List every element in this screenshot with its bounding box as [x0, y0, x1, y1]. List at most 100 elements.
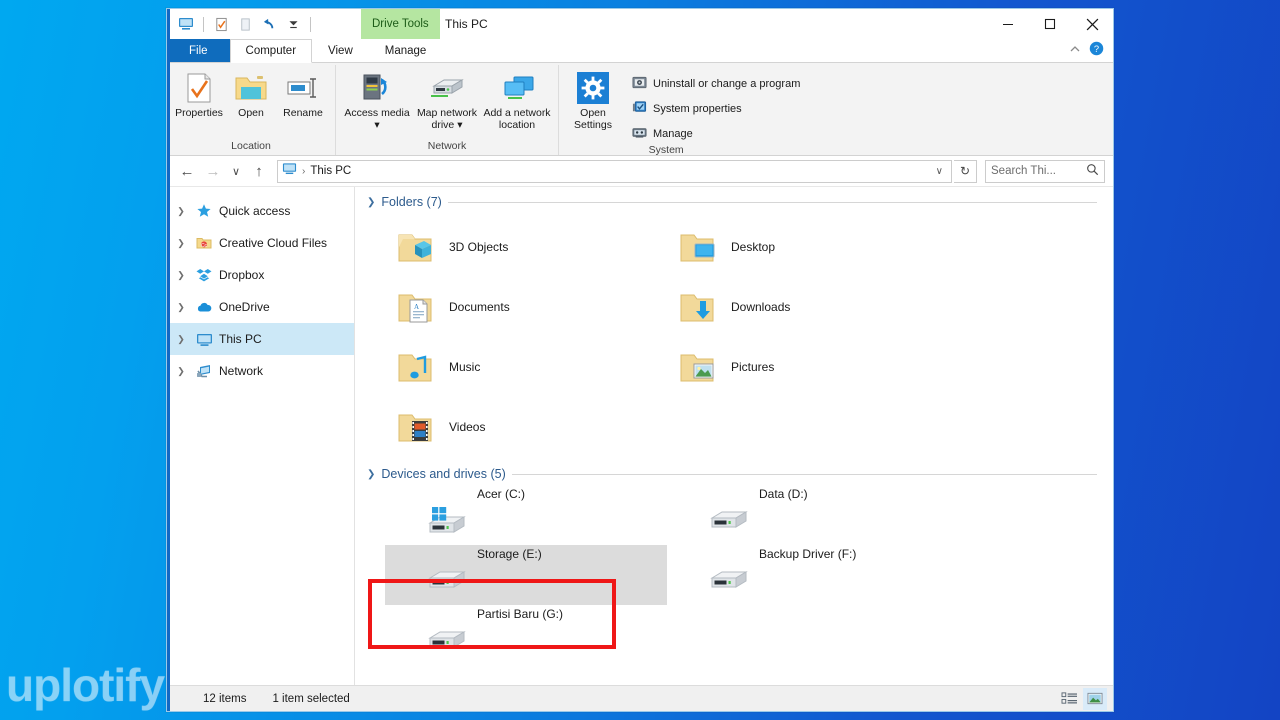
forward-button[interactable]: →: [201, 159, 225, 183]
refresh-button[interactable]: ↻: [954, 159, 977, 183]
ribbon-group-system: Open Settings Uninstall or change a prog…: [558, 65, 813, 156]
ribbon-group-location-items: Properties Open Rename: [173, 65, 329, 140]
chevron-right-icon-3[interactable]: ❯: [173, 270, 189, 281]
drive-icon: [705, 565, 753, 599]
folder-item-label: Music: [449, 360, 481, 374]
section-divider: [447, 201, 1097, 203]
dropbox-icon: [194, 267, 214, 283]
breadcrumb-this-pc[interactable]: This PC: [310, 165, 351, 177]
add-network-location-button[interactable]: Add a network location: [482, 69, 552, 133]
maximize-button[interactable]: [1029, 9, 1071, 39]
system-commands-list: Uninstall or change a program System pro…: [621, 69, 807, 144]
section-divider-2: [511, 473, 1097, 475]
tab-computer[interactable]: Computer: [229, 39, 313, 63]
back-button[interactable]: ←: [175, 159, 199, 183]
drive-item[interactable]: Partisi Baru (G:): [385, 605, 667, 665]
breadcrumb-separator: ›: [302, 165, 306, 177]
properties-button[interactable]: Properties: [173, 69, 225, 122]
chevron-right-icon-4[interactable]: ❯: [173, 302, 189, 313]
sidebar-item-onedrive[interactable]: ❯ OneDrive: [167, 291, 354, 323]
chevron-down-icon-folders[interactable]: ❯: [367, 197, 375, 208]
recent-locations-button[interactable]: ∨: [227, 159, 245, 183]
folder-videos-icon: [391, 403, 439, 451]
customize-caret-icon[interactable]: [283, 14, 303, 34]
folder-item[interactable]: Desktop: [667, 217, 949, 277]
address-dropdown-icon[interactable]: ∨: [932, 166, 947, 177]
this-pc-icon[interactable]: [176, 14, 196, 34]
file-explorer-window: Drive Tools This PC File Computer View M…: [166, 8, 1114, 712]
tab-file[interactable]: File: [167, 39, 230, 62]
tab-view[interactable]: View: [312, 39, 369, 62]
folder-item[interactable]: Music: [385, 337, 667, 397]
sidebar-item-label: Quick access: [219, 204, 291, 218]
chevron-down-icon-drives[interactable]: ❯: [367, 469, 375, 480]
drive-item-label: Backup Driver (F:): [759, 547, 857, 561]
collapse-ribbon-icon[interactable]: [1069, 42, 1081, 60]
folders-section-title: Folders (7): [381, 195, 442, 209]
minimize-button[interactable]: [987, 9, 1029, 39]
star-icon: [194, 203, 214, 219]
uninstall-icon: [632, 75, 647, 93]
access-media-button[interactable]: Access media ▾: [342, 69, 412, 133]
folder-downloads-icon: [673, 283, 721, 331]
rename-label: Rename: [283, 107, 323, 119]
folder-item[interactable]: Downloads: [667, 277, 949, 337]
item-count-label: 12 items: [203, 692, 247, 705]
folders-section-header[interactable]: ❯ Folders (7): [367, 195, 1113, 209]
drives-section-title: Devices and drives (5): [381, 467, 506, 481]
contextual-tab-drive-tools[interactable]: Drive Tools: [361, 9, 440, 39]
drive-item-label: Storage (E:): [477, 547, 542, 561]
chevron-down-icon[interactable]: ▾: [374, 119, 379, 131]
chevron-right-icon-2[interactable]: ❯: [173, 238, 189, 249]
search-input[interactable]: Search Thi...: [985, 159, 1105, 183]
manage-item[interactable]: Manage: [629, 124, 803, 144]
sidebar-item-quick-access[interactable]: ❯ Quick access: [167, 195, 354, 227]
drive-item[interactable]: Storage (E:): [385, 545, 667, 605]
window-accent-strip: [167, 9, 170, 711]
sidebar-item-network[interactable]: ❯ Network: [167, 355, 354, 387]
drives-section-header[interactable]: ❯ Devices and drives (5): [367, 467, 1113, 481]
system-properties-item[interactable]: System properties: [629, 99, 803, 119]
chevron-right-icon-6[interactable]: ❯: [173, 366, 189, 377]
uninstall-program-item[interactable]: Uninstall or change a program: [629, 74, 803, 94]
chevron-right-icon[interactable]: ❯: [173, 206, 189, 217]
folder-item[interactable]: A Documents: [385, 277, 667, 337]
large-icons-view-button[interactable]: [1083, 687, 1107, 710]
sidebar-item-dropbox[interactable]: ❯ Dropbox: [167, 259, 354, 291]
sidebar-item-label: OneDrive: [219, 300, 270, 314]
folders-grid: 3D Objects Desktop A Documents Downloads…: [367, 209, 1113, 457]
folder-item[interactable]: 3D Objects: [385, 217, 667, 277]
add-network-location-icon: [498, 71, 536, 105]
map-network-drive-button[interactable]: Map network drive ▾: [412, 69, 482, 133]
search-icon[interactable]: [1086, 163, 1099, 179]
address-input[interactable]: › This PC ∨: [277, 159, 952, 183]
up-button[interactable]: ↑: [247, 159, 271, 183]
sidebar-item-this-pc[interactable]: ❯ This PC: [167, 323, 354, 355]
creative-cloud-icon: Cc: [194, 235, 214, 251]
ribbon-group-location-label: Location: [231, 140, 271, 152]
status-bar: 12 items 1 item selected: [167, 685, 1113, 711]
tab-strip-right: ?: [1069, 39, 1113, 62]
ribbon: Properties Open Rename Location Access m…: [167, 63, 1113, 156]
svg-text:Cc: Cc: [201, 243, 208, 249]
sidebar-item-creative-cloud-files[interactable]: ❯ Cc Creative Cloud Files: [167, 227, 354, 259]
ribbon-group-system-label: System: [648, 144, 684, 156]
drive-item[interactable]: Data (D:): [667, 485, 949, 545]
drive-item[interactable]: Acer (C:): [385, 485, 667, 545]
window-body: ❯ Quick access ❯ Cc Creative Cloud Files…: [167, 187, 1113, 685]
rename-button[interactable]: Rename: [277, 69, 329, 122]
drive-item[interactable]: Backup Driver (F:): [667, 545, 949, 605]
undo-icon[interactable]: [259, 14, 279, 34]
open-settings-button[interactable]: Open Settings: [565, 69, 621, 133]
open-button[interactable]: Open: [225, 69, 277, 122]
properties-icon[interactable]: [211, 14, 231, 34]
close-button[interactable]: [1071, 9, 1113, 39]
details-view-button[interactable]: [1057, 688, 1081, 710]
new-folder-icon[interactable]: [235, 14, 255, 34]
help-icon[interactable]: ?: [1089, 41, 1104, 61]
tab-manage[interactable]: Manage: [369, 39, 443, 62]
folder-item[interactable]: Videos: [385, 397, 667, 457]
chevron-right-icon-5[interactable]: ❯: [173, 334, 189, 345]
folder-item[interactable]: Pictures: [667, 337, 949, 397]
chevron-down-icon-2[interactable]: ▾: [457, 119, 462, 131]
